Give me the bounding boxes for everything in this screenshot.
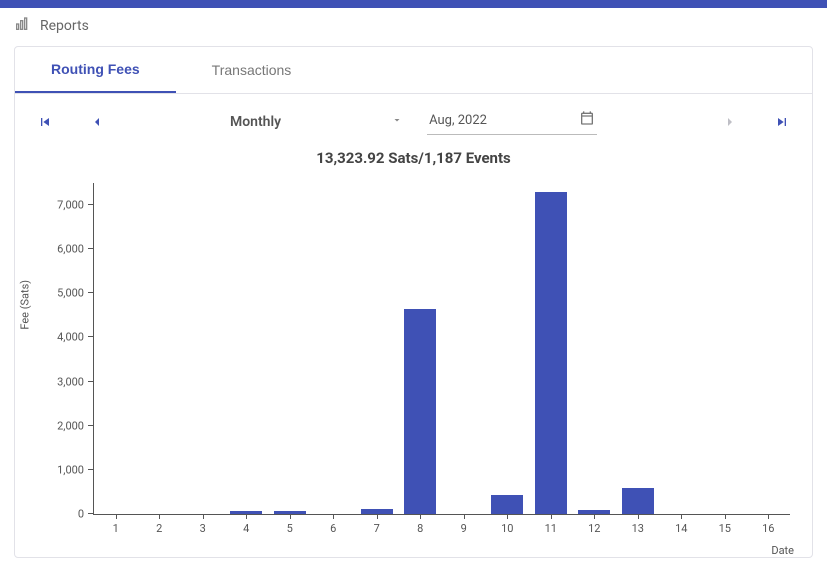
tab-transactions[interactable]: Transactions	[176, 47, 328, 93]
bar-slot: 12	[573, 183, 617, 514]
tabs: Routing Fees Transactions	[15, 47, 812, 94]
x-tick-label: 6	[330, 514, 336, 535]
calendar-icon	[579, 110, 595, 130]
x-tick-label: 8	[417, 514, 423, 535]
y-tick-label: 5,000	[57, 287, 94, 300]
y-tick-label: 1,000	[57, 463, 94, 476]
x-tick-label: 14	[675, 514, 687, 535]
y-tick-label: 7,000	[57, 199, 94, 212]
x-tick-label: 15	[719, 514, 731, 535]
bar-slot: 3	[181, 183, 225, 514]
x-tick-label: 7	[374, 514, 380, 535]
bar-slot: 9	[442, 183, 486, 514]
bar[interactable]	[535, 192, 567, 514]
period-select[interactable]: Monthly	[230, 110, 403, 134]
y-tick-label: 3,000	[57, 375, 94, 388]
y-tick-label: 4,000	[57, 331, 94, 344]
y-tick-label: 6,000	[57, 243, 94, 256]
y-axis-label: Fee (Sats)	[19, 280, 32, 330]
period-label: Monthly	[230, 114, 281, 130]
bar-slot: 6	[312, 183, 356, 514]
top-accent-bar	[0, 0, 827, 8]
bar-slot: 8	[399, 183, 443, 514]
next-button[interactable]	[718, 110, 742, 134]
y-tick-label: 2,000	[57, 419, 94, 432]
reports-icon	[14, 16, 30, 36]
x-tick-label: 2	[156, 514, 162, 535]
bar-slot: 11	[529, 183, 573, 514]
bar-slot: 15	[703, 183, 747, 514]
tab-routing-fees[interactable]: Routing Fees	[15, 47, 176, 93]
x-tick-label: 5	[287, 514, 293, 535]
x-tick-label: 9	[461, 514, 467, 535]
plot-area: 12345678910111213141516 01,0002,0003,000…	[93, 183, 790, 515]
last-page-button[interactable]	[770, 110, 794, 134]
chart: Fee (Sats) Date 12345678910111213141516 …	[15, 177, 812, 557]
report-panel: Routing Fees Transactions Monthly Aug, 2…	[14, 46, 813, 558]
page-title: Reports	[40, 18, 89, 34]
bar-slot: 16	[747, 183, 791, 514]
x-tick-label: 13	[632, 514, 644, 535]
prev-button[interactable]	[85, 110, 109, 134]
dropdown-icon	[391, 114, 403, 130]
x-tick-label: 1	[113, 514, 119, 535]
bar-slot: 4	[225, 183, 269, 514]
x-tick-label: 16	[762, 514, 774, 535]
bar-slot: 14	[660, 183, 704, 514]
chart-summary: 13,323.92 Sats/1,187 Events	[15, 143, 812, 177]
x-tick-label: 12	[588, 514, 600, 535]
x-tick-label: 11	[545, 514, 557, 535]
bar-slot: 1	[94, 183, 138, 514]
bar[interactable]	[404, 309, 436, 514]
x-tick-label: 4	[243, 514, 249, 535]
bar-slot: 7	[355, 183, 399, 514]
date-value: Aug, 2022	[429, 113, 487, 128]
bar-slot: 2	[138, 183, 182, 514]
date-picker[interactable]: Aug, 2022	[427, 108, 597, 135]
bar-slot: 5	[268, 183, 312, 514]
page-header: Reports	[0, 8, 827, 46]
x-tick-label: 3	[200, 514, 206, 535]
chart-controls: Monthly Aug, 2022	[15, 94, 812, 143]
bar-slot: 10	[486, 183, 530, 514]
bar[interactable]	[491, 495, 523, 514]
y-tick-label: 0	[78, 508, 94, 521]
bar[interactable]	[622, 488, 654, 514]
x-tick-label: 10	[501, 514, 513, 535]
first-page-button[interactable]	[33, 110, 57, 134]
bar-slot: 13	[616, 183, 660, 514]
